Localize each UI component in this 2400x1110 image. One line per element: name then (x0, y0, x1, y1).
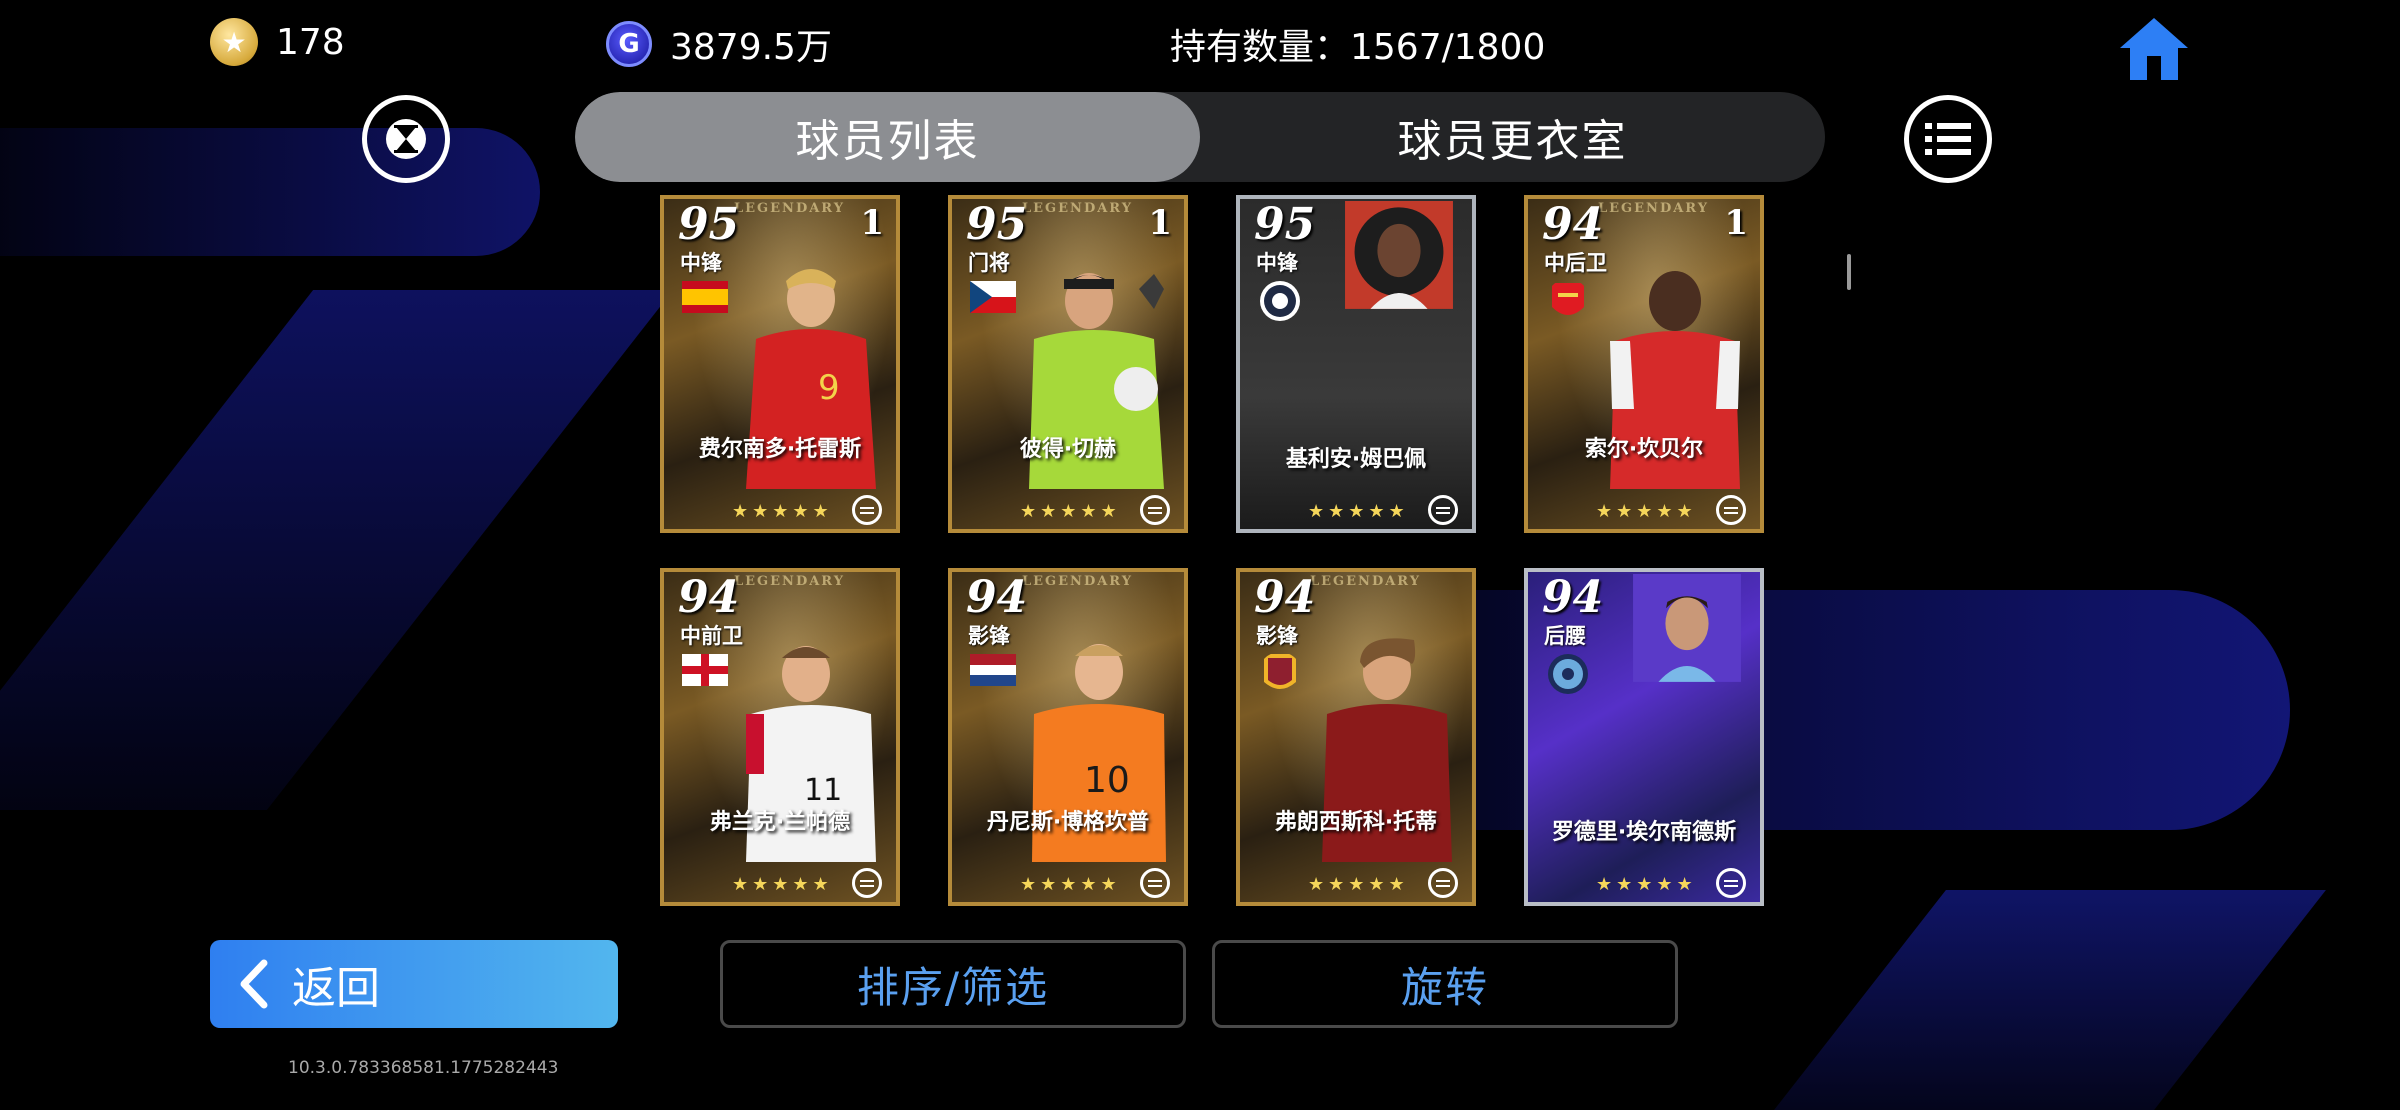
card-stars: ★★★★★ (1020, 874, 1121, 895)
card-count: 1 (860, 203, 884, 243)
sort-filter-button[interactable]: 排序/筛选 (720, 940, 1186, 1028)
gp-icon: G (606, 21, 652, 67)
spain-flag-icon (682, 281, 728, 313)
player-card[interactable]: LEGENDARY 11 94 中前卫 弗兰克·兰帕德 ★★★★★ (660, 568, 900, 906)
svg-text:11: 11 (804, 773, 842, 808)
efootball-icon (1716, 868, 1746, 898)
efootball-icon (1428, 495, 1458, 525)
england-flag-icon (682, 654, 728, 686)
player-card[interactable]: 94 后腰 罗德里·埃尔南德斯 ★★★★★ (1524, 568, 1764, 906)
card-position: 中前卫 (680, 624, 743, 648)
card-player-name: 罗德里·埃尔南德斯 (1551, 820, 1737, 845)
efootball-icon (852, 495, 882, 525)
card-rating: 94 (1542, 572, 1604, 623)
card-count: 1 (1724, 203, 1748, 243)
card-tier-label: LEGENDARY (1022, 574, 1133, 589)
efootball-icon (1428, 868, 1458, 898)
efootball-icon (1716, 495, 1746, 525)
card-rating: 95 (966, 199, 1028, 250)
coin-balance: ★ 178 (210, 18, 345, 66)
card-position: 影锋 (968, 624, 1010, 648)
efootball-icon (852, 868, 882, 898)
card-tier-label: LEGENDARY (1310, 574, 1421, 589)
version-text: 10.3.0.783368581.1775282443 (288, 1058, 559, 1078)
svg-text:9: 9 (818, 368, 840, 408)
player-tabs: 球员列表 球员更衣室 (575, 92, 1825, 182)
card-stars: ★★★★★ (1020, 501, 1121, 522)
player-card[interactable]: LEGENDARY 94 1 中后卫 索尔·坎贝尔 ★★★★★ (1524, 195, 1764, 533)
back-button[interactable]: 返回 (210, 940, 618, 1028)
bg-decor-slant (1774, 890, 2326, 1110)
card-rating: 94 (678, 572, 740, 623)
club-badge-icon (1548, 654, 1588, 694)
player-card[interactable]: 95 中锋 基利安·姆巴佩 ★★★★★ (1236, 195, 1476, 533)
card-stars: ★★★★★ (732, 501, 833, 522)
holdings-text: 持有数量：1567/1800 (1170, 27, 1546, 68)
arsenal-badge-icon (1552, 283, 1584, 315)
holdings-count: 持有数量：1567/1800 (1170, 18, 1545, 70)
card-player-name: 费尔南多·托雷斯 (698, 437, 862, 462)
list-icon (1925, 123, 1971, 155)
bg-decor-band (0, 128, 540, 256)
svg-text:10: 10 (1084, 760, 1130, 801)
rotate-label: 旋转 (1400, 962, 1489, 1012)
card-stars: ★★★★★ (732, 874, 833, 895)
player-card[interactable]: LEGENDARY 94 影锋 弗朗西斯科·托蒂 ★★★★★ (1236, 568, 1476, 906)
chevron-left-icon (240, 959, 268, 1009)
efootball-icon (1140, 495, 1170, 525)
scrollbar[interactable] (1847, 254, 1851, 290)
card-stars: ★★★★★ (1596, 874, 1697, 895)
card-position: 中锋 (1256, 251, 1298, 275)
card-rating: 95 (1254, 199, 1316, 250)
player-portrait (1633, 574, 1741, 682)
player-card[interactable]: LEGENDARY 95 1 门将 彼得·切赫 ★★★★★ (948, 195, 1188, 533)
card-position: 中锋 (680, 251, 722, 275)
gp-amount: 3879.5万 (670, 27, 832, 68)
card-position: 影锋 (1256, 624, 1298, 648)
card-stars: ★★★★★ (1308, 501, 1409, 522)
card-position: 门将 (968, 251, 1010, 275)
card-tier-label: LEGENDARY (1022, 201, 1133, 216)
card-tier-label: LEGENDARY (1598, 201, 1709, 216)
card-player-name: 丹尼斯·博格坎普 (986, 810, 1150, 835)
card-position: 中后卫 (1544, 251, 1607, 275)
tab-player-list[interactable]: 球员列表 (575, 92, 1200, 182)
roma-badge-icon (1264, 654, 1296, 689)
player-portrait (1345, 201, 1453, 309)
card-stars: ★★★★★ (1596, 501, 1697, 522)
card-position: 后腰 (1544, 624, 1586, 648)
card-rating: 94 (1254, 572, 1316, 623)
card-rating: 95 (678, 199, 740, 250)
card-rating: 94 (966, 572, 1028, 623)
card-player-name: 索尔·坎贝尔 (1584, 437, 1704, 462)
star-coin-icon: ★ (210, 18, 258, 66)
menu-button[interactable] (1904, 95, 1992, 183)
card-count: 1 (1148, 203, 1172, 243)
card-player-name: 彼得·切赫 (1019, 437, 1117, 462)
card-tier-label: LEGENDARY (734, 201, 845, 216)
back-button-label: 返回 (292, 963, 380, 1014)
netherlands-flag-icon (970, 654, 1016, 686)
card-player-name: 弗朗西斯科·托蒂 (1274, 810, 1438, 835)
czech-flag-icon (970, 281, 1016, 313)
card-stars: ★★★★★ (1308, 874, 1409, 895)
gp-balance: G 3879.5万 (606, 18, 832, 70)
card-player-name: 弗兰克·兰帕德 (709, 810, 851, 835)
card-tier-label: LEGENDARY (734, 574, 845, 589)
home-button[interactable] (2118, 14, 2190, 82)
player-card[interactable]: LEGENDARY 10 94 影锋 丹尼斯·博格坎普 ★★★★★ (948, 568, 1188, 906)
timer-button[interactable] (362, 95, 450, 183)
card-player-name: 基利安·姆巴佩 (1285, 447, 1427, 472)
rotate-button[interactable]: 旋转 (1212, 940, 1678, 1028)
club-badge-icon (1260, 281, 1300, 321)
bg-decor-slant (0, 290, 674, 810)
coin-amount: 178 (276, 21, 345, 63)
hourglass-icon (386, 119, 426, 159)
sort-filter-label: 排序/筛选 (856, 962, 1050, 1012)
tab-locker-room[interactable]: 球员更衣室 (1200, 92, 1825, 182)
card-rating: 94 (1542, 199, 1604, 250)
home-icon (2120, 18, 2188, 80)
efootball-icon (1140, 868, 1170, 898)
player-card[interactable]: LEGENDARY 9 95 1 中锋 费尔南多·托雷斯 ★★★★★ (660, 195, 900, 533)
